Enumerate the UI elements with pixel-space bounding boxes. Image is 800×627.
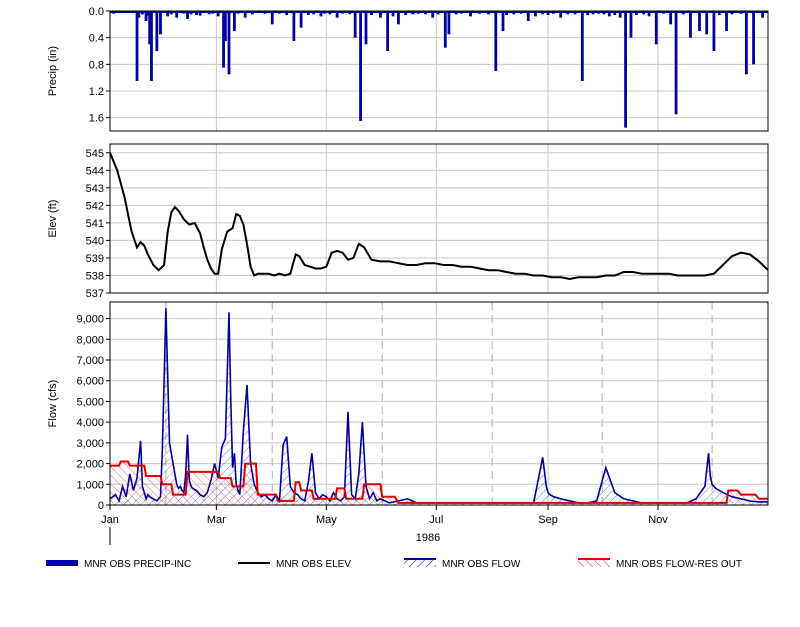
y-tick-label: 0 xyxy=(98,500,104,512)
y-tick-label: 1.6 xyxy=(89,113,104,125)
x-tick-label: May xyxy=(316,514,337,526)
precip-bar xyxy=(580,11,584,81)
x-tick-label: Mar xyxy=(207,514,226,526)
y-tick-label: 8,000 xyxy=(76,334,104,346)
y-tick-label: 539 xyxy=(86,253,104,265)
precip-bar xyxy=(232,11,236,31)
precip-bar xyxy=(353,11,357,38)
y-tick-label: 1.2 xyxy=(89,86,104,98)
precip-bar xyxy=(725,11,728,31)
legend-label: MNR OBS FLOW xyxy=(442,559,521,570)
precip-panel: 0.0 0.4 0.8 1.2 1.6 Precip (in) xyxy=(47,6,769,132)
precip-bar xyxy=(227,11,231,75)
y-tick-label: 542 xyxy=(86,200,104,212)
precip-bar xyxy=(443,11,447,48)
precip-bar xyxy=(674,11,678,115)
y-axis-label: Elev (ft) xyxy=(47,200,59,238)
precip-bar xyxy=(155,11,159,51)
precip-bar xyxy=(150,11,153,81)
precip-bar xyxy=(689,11,692,38)
y-tick-label: 5,000 xyxy=(76,396,104,408)
y-tick-label: 0.0 xyxy=(89,6,104,18)
y-tick-label: 9,000 xyxy=(76,314,104,326)
precip-bar xyxy=(501,11,505,31)
elevation-panel: 537 538 539 540 541 542 543 544 545 Elev (ft) xyxy=(47,143,769,300)
x-axis: Jan Mar May Jul Sep Nov xyxy=(101,505,668,526)
y-tick-label: 541 xyxy=(86,218,104,230)
precip-bar xyxy=(698,11,701,31)
y-tick-label: 538 xyxy=(86,270,104,282)
precip-bar xyxy=(629,11,633,38)
legend-label: MNR OBS ELEV xyxy=(276,559,351,570)
precip-bar xyxy=(223,11,227,41)
y-tick-label: 6,000 xyxy=(76,376,104,388)
precip-bar xyxy=(705,11,709,35)
legend-swatch-precip xyxy=(46,560,78,566)
y-tick-label: 4,000 xyxy=(76,417,104,429)
precip-bar xyxy=(292,11,296,41)
y-tick-label: 0.8 xyxy=(89,59,104,71)
y-tick-label: 3,000 xyxy=(76,438,104,450)
x-tick-label: Jul xyxy=(429,514,443,526)
precip-bar xyxy=(752,11,755,65)
precip-bar xyxy=(159,11,162,35)
precip-bar xyxy=(624,11,627,128)
legend-swatch-hatch xyxy=(578,559,610,567)
y-tick-label: 7,000 xyxy=(76,355,104,367)
hydrograph-chart: 0.00.40.81.21.6Precip (in) 5375385395405… xyxy=(46,6,769,570)
y-tick-label: 543 xyxy=(86,183,104,195)
precip-bar xyxy=(364,11,368,45)
y-axis-label: Precip (in) xyxy=(47,46,59,96)
y-tick-label: 540 xyxy=(86,235,104,247)
precip-bar xyxy=(744,11,748,75)
precip-bar xyxy=(135,11,139,81)
legend-label: MNR OBS FLOW-RES OUT xyxy=(616,559,742,570)
legend-label: MNR OBS PRECIP-INC xyxy=(84,559,191,570)
y-tick-label: 0.4 xyxy=(89,33,104,45)
x-tick-label: Nov xyxy=(648,514,668,526)
y-tick-label: 544 xyxy=(86,165,104,177)
x-tick-label: Jan xyxy=(101,514,119,526)
legend: MNR OBS PRECIP-INC MNR OBS ELEV MNR OBS FL… xyxy=(46,558,742,570)
year-label: 1986 xyxy=(416,532,440,544)
y-tick-label: 537 xyxy=(86,288,104,300)
precip-bar xyxy=(712,11,716,51)
precip-bar xyxy=(447,11,451,35)
y-tick-label: 545 xyxy=(86,148,104,160)
precip-bar xyxy=(494,11,498,71)
plot-area xyxy=(110,144,768,293)
legend-swatch-hatch xyxy=(404,559,436,567)
precip-bar xyxy=(359,11,362,121)
y-axis-label: Flow (cfs) xyxy=(47,380,59,428)
precip-bar xyxy=(386,11,390,51)
precip-bar xyxy=(654,11,658,45)
plot-area xyxy=(110,11,768,131)
flow-panel: 0 1,000 2,000 3,000 4,000 5,000 6,000 7,000 8,00… xyxy=(47,301,769,512)
x-tick-label: Sep xyxy=(538,514,558,526)
y-tick-label: 1,000 xyxy=(76,479,104,491)
y-tick-label: 2,000 xyxy=(76,459,104,471)
precip-bar xyxy=(299,11,303,28)
